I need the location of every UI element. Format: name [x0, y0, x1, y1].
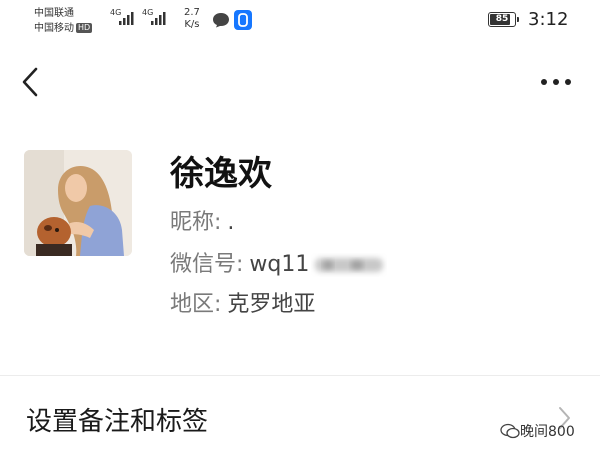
region-label: 地区:: [170, 292, 222, 317]
carrier-2: 中国移动: [34, 23, 74, 34]
signal-bars-icon: [119, 12, 134, 25]
carrier-info: 中国联通 中国移动 HD: [34, 6, 93, 36]
wechat-id-label: 微信号:: [170, 252, 244, 277]
carrier-2-row: 中国移动 HD: [34, 21, 93, 36]
region-row: 地区: 克罗地亚: [170, 290, 315, 320]
nickname-label: 昵称:: [170, 210, 222, 235]
net-speed-unit: K/s: [184, 19, 200, 30]
app-icon: [234, 10, 252, 30]
region-value: 克罗地亚: [227, 292, 316, 317]
divider: [0, 375, 600, 376]
avatar[interactable]: [24, 150, 132, 256]
more-icon: [541, 79, 571, 85]
nickname-value: .: [227, 210, 235, 235]
avatar-photo: [24, 150, 132, 256]
carrier-1: 中国联通: [34, 8, 74, 19]
back-icon: [22, 67, 38, 97]
nickname-row: 昵称:.: [170, 208, 234, 238]
display-name: 徐逸欢: [170, 154, 272, 194]
battery-level: 85: [495, 14, 509, 24]
remark-label: 设置备注和标签: [26, 407, 209, 437]
wechat-id-value: wq11: [249, 252, 310, 277]
status-bar: 中国联通 中国移动 HD 4G 4G 2.7 K/s 85 3:12: [0, 0, 600, 44]
battery-indicator: 85: [488, 12, 519, 27]
watermark: 晚间800: [500, 422, 575, 442]
wechat-id-row[interactable]: 微信号: wq11: [170, 250, 387, 280]
net-speed-value: 2.7: [184, 7, 200, 18]
hd-badge: HD: [76, 23, 93, 33]
more-button[interactable]: [536, 72, 576, 92]
wechat-logo-icon: [500, 423, 520, 439]
network-speed: 2.7 K/s: [184, 7, 200, 31]
clock: 3:12: [528, 9, 569, 30]
signal-bars-icon: [151, 12, 166, 25]
redaction-blur: [315, 258, 384, 272]
message-icon: [213, 13, 229, 28]
back-button[interactable]: [18, 66, 48, 98]
watermark-text: 晚间800: [520, 424, 575, 440]
